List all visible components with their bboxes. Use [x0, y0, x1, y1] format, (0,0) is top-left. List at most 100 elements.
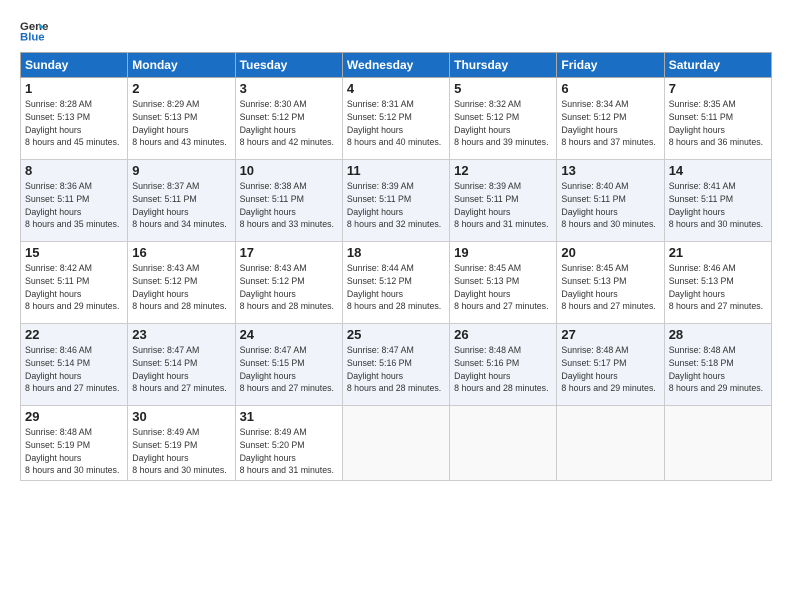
- calendar-cell: 6Sunrise: 8:34 AMSunset: 5:12 PMDaylight…: [557, 78, 664, 160]
- calendar-cell: 30Sunrise: 8:49 AMSunset: 5:19 PMDayligh…: [128, 406, 235, 481]
- day-info: Sunrise: 8:49 AMSunset: 5:19 PMDaylight …: [132, 426, 230, 477]
- calendar-cell: 29 Sunrise: 8:48 AMSunset: 5:19 PMDayligh…: [21, 406, 128, 481]
- day-number: 24: [240, 327, 338, 342]
- day-number: 26: [454, 327, 552, 342]
- day-info: Sunrise: 8:29 AMSunset: 5:13 PMDaylight …: [132, 98, 230, 149]
- calendar-cell: 13 Sunrise: 8:40 AMSunset: 5:11 PMDayligh…: [557, 160, 664, 242]
- day-number: 10: [240, 163, 338, 178]
- day-info: Sunrise: 8:34 AMSunset: 5:12 PMDaylight …: [561, 98, 659, 149]
- day-info: Sunrise: 8:48 AMSunset: 5:18 PMDaylight …: [669, 344, 767, 395]
- calendar-cell: 22 Sunrise: 8:46 AMSunset: 5:14 PMDayligh…: [21, 324, 128, 406]
- day-info: Sunrise: 8:47 AMSunset: 5:15 PMDaylight …: [240, 344, 338, 395]
- day-info: Sunrise: 8:28 AMSunset: 5:13 PMDaylight …: [25, 98, 123, 149]
- day-info: Sunrise: 8:37 AMSunset: 5:11 PMDaylight …: [132, 180, 230, 231]
- calendar-cell: 4 Sunrise: 8:31 AMSunset: 5:12 PMDaylight…: [342, 78, 449, 160]
- day-number: 27: [561, 327, 659, 342]
- day-number: 29: [25, 409, 123, 424]
- col-header-monday: Monday: [128, 53, 235, 78]
- day-number: 23: [132, 327, 230, 342]
- day-number: 28: [669, 327, 767, 342]
- calendar-cell: 26 Sunrise: 8:48 AMSunset: 5:16 PMDayligh…: [450, 324, 557, 406]
- day-info: Sunrise: 8:46 AMSunset: 5:14 PMDaylight …: [25, 344, 123, 395]
- day-number: 7: [669, 81, 767, 96]
- day-info: Sunrise: 8:47 AMSunset: 5:16 PMDaylight …: [347, 344, 445, 395]
- calendar-cell: 1 Sunrise: 8:28 AMSunset: 5:13 PMDaylight…: [21, 78, 128, 160]
- day-number: 15: [25, 245, 123, 260]
- calendar-cell: 10 Sunrise: 8:38 AMSunset: 5:11 PMDayligh…: [235, 160, 342, 242]
- day-number: 3: [240, 81, 338, 96]
- calendar-cell: 31Sunrise: 8:49 AMSunset: 5:20 PMDayligh…: [235, 406, 342, 481]
- day-info: Sunrise: 8:36 AMSunset: 5:11 PMDaylight …: [25, 180, 123, 231]
- day-number: 31: [240, 409, 338, 424]
- calendar-cell: 2 Sunrise: 8:29 AMSunset: 5:13 PMDaylight…: [128, 78, 235, 160]
- day-number: 18: [347, 245, 445, 260]
- day-info: Sunrise: 8:48 AMSunset: 5:19 PMDaylight …: [25, 426, 123, 477]
- day-info: Sunrise: 8:48 AMSunset: 5:16 PMDaylight …: [454, 344, 552, 395]
- calendar-cell: [557, 406, 664, 481]
- calendar-cell: 28 Sunrise: 8:48 AMSunset: 5:18 PMDayligh…: [664, 324, 771, 406]
- col-header-wednesday: Wednesday: [342, 53, 449, 78]
- calendar: SundayMondayTuesdayWednesdayThursdayFrid…: [20, 52, 772, 481]
- day-info: Sunrise: 8:45 AMSunset: 5:13 PMDaylight …: [454, 262, 552, 313]
- day-number: 25: [347, 327, 445, 342]
- day-number: 5: [454, 81, 552, 96]
- col-header-friday: Friday: [557, 53, 664, 78]
- calendar-cell: 3 Sunrise: 8:30 AMSunset: 5:12 PMDaylight…: [235, 78, 342, 160]
- day-info: Sunrise: 8:40 AMSunset: 5:11 PMDaylight …: [561, 180, 659, 231]
- col-header-thursday: Thursday: [450, 53, 557, 78]
- day-number: 4: [347, 81, 445, 96]
- day-info: Sunrise: 8:44 AMSunset: 5:12 PMDaylight …: [347, 262, 445, 313]
- day-info: Sunrise: 8:30 AMSunset: 5:12 PMDaylight …: [240, 98, 338, 149]
- col-header-tuesday: Tuesday: [235, 53, 342, 78]
- calendar-cell: 24 Sunrise: 8:47 AMSunset: 5:15 PMDayligh…: [235, 324, 342, 406]
- day-number: 2: [132, 81, 230, 96]
- calendar-cell: 11 Sunrise: 8:39 AMSunset: 5:11 PMDayligh…: [342, 160, 449, 242]
- day-number: 13: [561, 163, 659, 178]
- day-number: 16: [132, 245, 230, 260]
- day-info: Sunrise: 8:39 AMSunset: 5:11 PMDaylight …: [347, 180, 445, 231]
- day-info: Sunrise: 8:32 AMSunset: 5:12 PMDaylight …: [454, 98, 552, 149]
- logo: General Blue: [20, 16, 50, 44]
- calendar-cell: 9 Sunrise: 8:37 AMSunset: 5:11 PMDaylight…: [128, 160, 235, 242]
- day-info: Sunrise: 8:42 AMSunset: 5:11 PMDaylight …: [25, 262, 123, 313]
- day-info: Sunrise: 8:45 AMSunset: 5:13 PMDaylight …: [561, 262, 659, 313]
- day-number: 11: [347, 163, 445, 178]
- day-number: 22: [25, 327, 123, 342]
- col-header-saturday: Saturday: [664, 53, 771, 78]
- calendar-cell: 18 Sunrise: 8:44 AMSunset: 5:12 PMDayligh…: [342, 242, 449, 324]
- calendar-cell: 7 Sunrise: 8:35 AMSunset: 5:11 PMDaylight…: [664, 78, 771, 160]
- day-info: Sunrise: 8:41 AMSunset: 5:11 PMDaylight …: [669, 180, 767, 231]
- day-number: 1: [25, 81, 123, 96]
- calendar-cell: 14 Sunrise: 8:41 AMSunset: 5:11 PMDayligh…: [664, 160, 771, 242]
- calendar-cell: 19 Sunrise: 8:45 AMSunset: 5:13 PMDayligh…: [450, 242, 557, 324]
- day-info: Sunrise: 8:39 AMSunset: 5:11 PMDaylight …: [454, 180, 552, 231]
- day-number: 21: [669, 245, 767, 260]
- calendar-cell: [450, 406, 557, 481]
- day-number: 14: [669, 163, 767, 178]
- calendar-cell: 17 Sunrise: 8:43 AMSunset: 5:12 PMDayligh…: [235, 242, 342, 324]
- day-info: Sunrise: 8:47 AMSunset: 5:14 PMDaylight …: [132, 344, 230, 395]
- day-number: 8: [25, 163, 123, 178]
- calendar-cell: 27Sunrise: 8:48 AMSunset: 5:17 PMDayligh…: [557, 324, 664, 406]
- day-info: Sunrise: 8:43 AMSunset: 5:12 PMDaylight …: [240, 262, 338, 313]
- day-info: Sunrise: 8:35 AMSunset: 5:11 PMDaylight …: [669, 98, 767, 149]
- day-info: Sunrise: 8:31 AMSunset: 5:12 PMDaylight …: [347, 98, 445, 149]
- calendar-cell: [342, 406, 449, 481]
- svg-text:Blue: Blue: [20, 32, 45, 44]
- calendar-cell: [664, 406, 771, 481]
- calendar-cell: 23 Sunrise: 8:47 AMSunset: 5:14 PMDayligh…: [128, 324, 235, 406]
- calendar-cell: 25 Sunrise: 8:47 AMSunset: 5:16 PMDayligh…: [342, 324, 449, 406]
- calendar-cell: 8 Sunrise: 8:36 AMSunset: 5:11 PMDaylight…: [21, 160, 128, 242]
- col-header-sunday: Sunday: [21, 53, 128, 78]
- day-info: Sunrise: 8:43 AMSunset: 5:12 PMDaylight …: [132, 262, 230, 313]
- day-number: 19: [454, 245, 552, 260]
- calendar-cell: 21 Sunrise: 8:46 AMSunset: 5:13 PMDayligh…: [664, 242, 771, 324]
- day-info: Sunrise: 8:38 AMSunset: 5:11 PMDaylight …: [240, 180, 338, 231]
- day-number: 20: [561, 245, 659, 260]
- day-number: 9: [132, 163, 230, 178]
- calendar-cell: 15 Sunrise: 8:42 AMSunset: 5:11 PMDayligh…: [21, 242, 128, 324]
- calendar-cell: 20 Sunrise: 8:45 AMSunset: 5:13 PMDayligh…: [557, 242, 664, 324]
- day-info: Sunrise: 8:46 AMSunset: 5:13 PMDaylight …: [669, 262, 767, 313]
- day-number: 17: [240, 245, 338, 260]
- calendar-cell: 12Sunrise: 8:39 AMSunset: 5:11 PMDayligh…: [450, 160, 557, 242]
